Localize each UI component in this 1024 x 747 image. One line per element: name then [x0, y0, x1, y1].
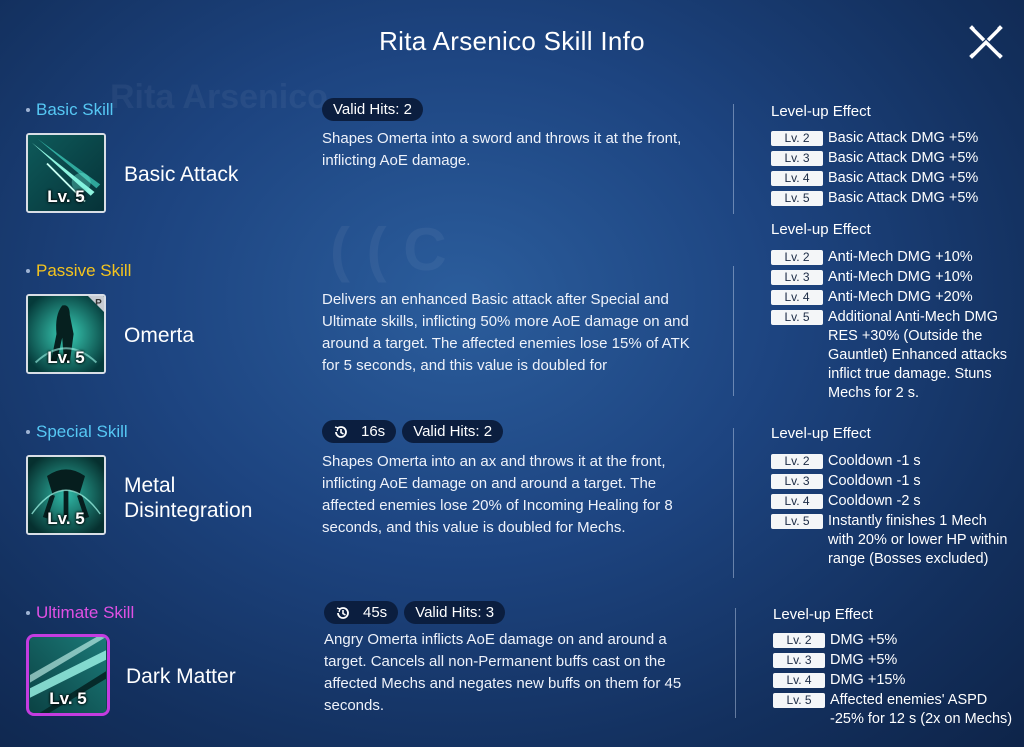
- levelup-row: Lv. 4 Basic Attack DMG +5%: [771, 169, 1016, 188]
- levelup-text: Cooldown -2 s: [828, 493, 921, 509]
- level-badge: Lv. 5: [771, 514, 823, 529]
- skill-name: Basic Attack: [124, 163, 239, 186]
- skill-tags: Valid Hits: 2: [322, 98, 423, 121]
- levelup-list: Lv. 2 DMG +5% Lv. 3 DMG +5% Lv. 4 DMG +15% …: [773, 631, 1018, 730]
- levelup-list: Lv. 2 Basic Attack DMG +5% Lv. 3 Basic Att…: [771, 129, 1016, 209]
- levelup-text: DMG +5%: [830, 632, 898, 648]
- level-badge: Lv. 5: [773, 693, 825, 708]
- levelup-row: Lv. 3 Cooldown -1 s: [771, 472, 1016, 491]
- levelup-row: Lv. 5 Instantly finishes 1 Mech with 20% …: [771, 512, 1016, 569]
- level-badge: Lv. 4: [771, 171, 823, 186]
- divider: [735, 608, 736, 718]
- levelup-row: Lv. 5 Affected enemies' ASPD -25% for 12 …: [773, 691, 1018, 729]
- levelup-row: Lv. 2 Cooldown -1 s: [771, 452, 1016, 471]
- levelup-text: DMG +5%: [830, 652, 898, 668]
- levelup-row: Lv. 3 Anti-Mech DMG +10%: [771, 268, 1016, 287]
- cooldown-tag: 16s: [322, 420, 397, 443]
- valid-hits-tag: Valid Hits: 3: [404, 601, 506, 624]
- skill-tags: 16s Valid Hits: 2: [322, 420, 504, 443]
- levelup-row: Lv. 5 Basic Attack DMG +5%: [771, 189, 1016, 208]
- skill-name: Metal Disintegration: [124, 474, 253, 522]
- level-badge: Lv. 4: [771, 290, 823, 305]
- levelup-row: Lv. 5 Additional Anti-Mech DMG RES +30% (…: [771, 308, 1016, 403]
- levelup-text: Basic Attack DMG +5%: [828, 190, 979, 206]
- levelup-text: Anti-Mech DMG +20%: [828, 289, 973, 305]
- skill-icon-ultimate[interactable]: Lv. 5: [26, 634, 110, 716]
- skill-description: Shapes Omerta into an ax and throws it a…: [322, 453, 673, 536]
- background-ghost-art: ( ( C: [330, 216, 447, 283]
- levelup-row: Lv. 4 Cooldown -2 s: [771, 492, 1016, 511]
- levelup-title: Level-up Effect: [771, 425, 871, 442]
- levelup-text: Affected enemies' ASPD -25% for 12 s (2x…: [830, 692, 1013, 727]
- levelup-text: Basic Attack DMG +5%: [828, 130, 979, 146]
- clock-history-icon: [334, 425, 347, 438]
- skill-name: Dark Matter: [126, 665, 236, 688]
- levelup-text: Basic Attack DMG +5%: [828, 170, 979, 186]
- level-badge: Lv. 2: [771, 454, 823, 469]
- level-badge: Lv. 3: [771, 151, 823, 166]
- divider: [733, 104, 734, 214]
- close-button[interactable]: [966, 22, 1006, 62]
- page-title: Rita Arsenico Skill Info: [379, 26, 645, 56]
- skill-category-label: Basic Skill: [26, 100, 113, 120]
- clock-history-icon: [336, 606, 349, 619]
- levelup-text: Anti-Mech DMG +10%: [828, 249, 973, 265]
- levelup-text: Basic Attack DMG +5%: [828, 150, 979, 166]
- divider: [733, 266, 734, 396]
- level-badge: Lv. 2: [771, 250, 823, 265]
- skill-description: Delivers an enhanced Basic attack after …: [322, 291, 690, 374]
- level-badge: Lv. 3: [771, 474, 823, 489]
- valid-hits-tag: Valid Hits: 2: [402, 420, 504, 443]
- levelup-text: Cooldown -1 s: [828, 453, 921, 469]
- levelup-row: Lv. 2 DMG +5%: [773, 631, 1018, 650]
- levelup-text: DMG +15%: [830, 672, 906, 688]
- skill-level: Lv. 5: [47, 348, 85, 367]
- cooldown-value: 16s: [361, 423, 386, 440]
- background-ghost-name: Rita Arsenico: [110, 78, 328, 116]
- skill-icon-special[interactable]: Lv. 5: [26, 455, 106, 535]
- skill-description: Angry Omerta inflicts AoE damage on and …: [324, 631, 682, 714]
- close-icon: [969, 25, 1003, 59]
- levelup-row: Lv. 3 Basic Attack DMG +5%: [771, 149, 1016, 168]
- skill-icon-basic[interactable]: Lv. 5: [26, 133, 106, 213]
- skill-tags: 45s Valid Hits: 3: [324, 601, 506, 624]
- level-badge: Lv. 4: [773, 673, 825, 688]
- level-badge: Lv. 3: [771, 270, 823, 285]
- skill-level: Lv. 5: [47, 509, 85, 528]
- skill-icon-passive[interactable]: P Lv. 5: [26, 294, 106, 374]
- valid-hits-tag: Valid Hits: 2: [322, 98, 423, 121]
- skill-name: Omerta: [124, 324, 195, 347]
- levelup-title: Level-up Effect: [771, 103, 871, 120]
- levelup-row: Lv. 2 Anti-Mech DMG +10%: [771, 248, 1016, 267]
- cooldown-value: 45s: [363, 604, 388, 621]
- levelup-text: Additional Anti-Mech DMG RES +30% (Outsi…: [828, 309, 1007, 401]
- skill-level: Lv. 5: [47, 187, 85, 206]
- levelup-title: Level-up Effect: [771, 221, 871, 238]
- levelup-list: Lv. 2 Cooldown -1 s Lv. 3 Cooldown -1 s Lv…: [771, 452, 1016, 570]
- levelup-title: Level-up Effect: [773, 606, 873, 623]
- levelup-row: Lv. 4 Anti-Mech DMG +20%: [771, 288, 1016, 307]
- levelup-text: Instantly finishes 1 Mech with 20% or lo…: [828, 513, 1008, 567]
- level-badge: Lv. 5: [771, 310, 823, 325]
- skill-category-label: Passive Skill: [26, 261, 131, 281]
- cooldown-tag: 45s: [324, 601, 399, 624]
- skill-category-label: Special Skill: [26, 422, 128, 442]
- level-badge: Lv. 5: [771, 191, 823, 206]
- levelup-text: Cooldown -1 s: [828, 473, 921, 489]
- levelup-row: Lv. 3 DMG +5%: [773, 651, 1018, 670]
- divider: [733, 428, 734, 578]
- skill-level: Lv. 5: [49, 689, 87, 708]
- level-badge: Lv. 3: [773, 653, 825, 668]
- levelup-row: Lv. 4 DMG +15%: [773, 671, 1018, 690]
- level-badge: Lv. 4: [771, 494, 823, 509]
- skill-category-label: Ultimate Skill: [26, 603, 134, 623]
- level-badge: Lv. 2: [773, 633, 825, 648]
- level-badge: Lv. 2: [771, 131, 823, 146]
- levelup-list: Lv. 2 Anti-Mech DMG +10% Lv. 3 Anti-Mech D…: [771, 248, 1016, 404]
- levelup-text: Anti-Mech DMG +10%: [828, 269, 973, 285]
- levelup-row: Lv. 2 Basic Attack DMG +5%: [771, 129, 1016, 148]
- skill-description: Shapes Omerta into a sword and throws it…: [322, 130, 682, 169]
